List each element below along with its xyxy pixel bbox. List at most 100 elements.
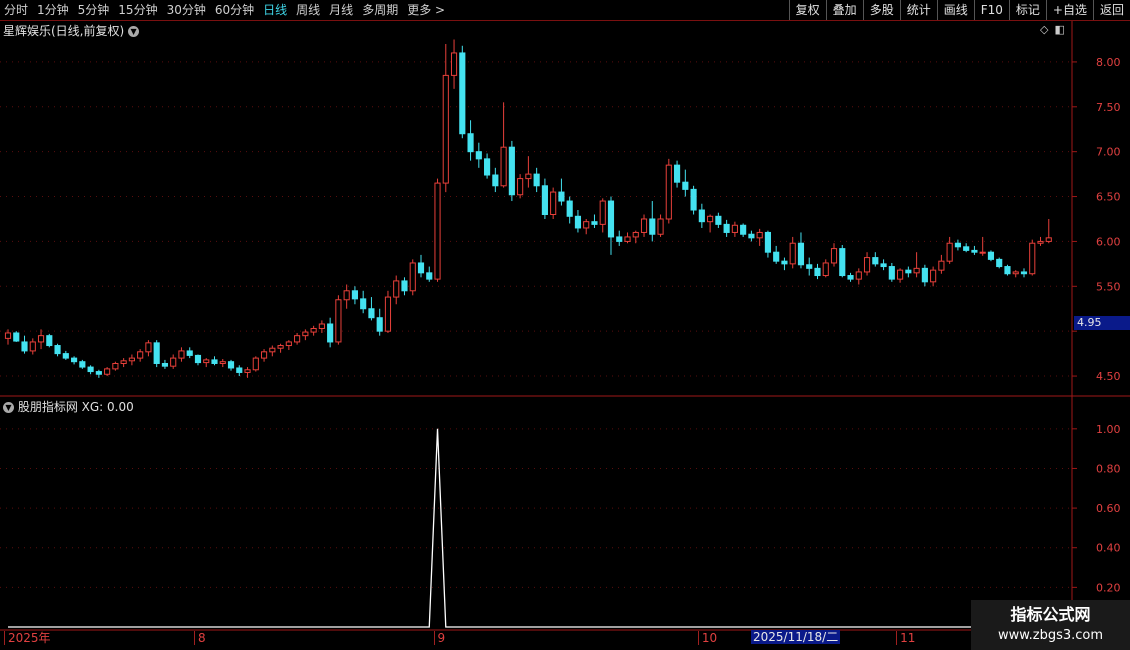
- period-tab-4[interactable]: 30分钟: [167, 2, 206, 18]
- site-watermark: 指标公式网 www.zbgs3.com: [971, 600, 1130, 650]
- tool-button-6[interactable]: 标记: [1008, 0, 1046, 20]
- stock-title: 星辉娱乐(日线,前复权): [3, 24, 125, 38]
- tool-button-8[interactable]: 返回: [1092, 0, 1130, 20]
- candle-body-down: [748, 233, 755, 239]
- candle-body-down: [161, 362, 169, 367]
- candle-body-up: [830, 248, 838, 264]
- tool-button-3[interactable]: 统计: [899, 0, 937, 20]
- period-tab-7[interactable]: 周线: [296, 2, 320, 18]
- candle-body-down: [566, 200, 573, 217]
- candle-body-up: [1045, 237, 1052, 242]
- candle-body-down: [54, 345, 61, 355]
- candle-body-up: [285, 341, 292, 347]
- price-tick-label: 7.00: [1096, 146, 1121, 159]
- date-axis-label: 2025年: [4, 631, 51, 645]
- candle-body-down: [417, 262, 425, 274]
- candle-body-down: [607, 200, 615, 238]
- candle-body-down: [475, 151, 482, 160]
- period-tab-10[interactable]: 更多 >: [407, 2, 445, 18]
- xg-signal-line: [8, 428, 1049, 628]
- tool-button-0[interactable]: 复权: [788, 0, 826, 20]
- candle-body-down: [673, 164, 681, 183]
- candle-body-up: [822, 262, 829, 277]
- candle-body-up: [244, 369, 251, 373]
- candle-body-down: [847, 275, 854, 280]
- candle-body-down: [558, 191, 565, 202]
- candle-body-down: [880, 263, 887, 268]
- candle-body-down: [376, 317, 383, 332]
- indicator-tick-label: 0.80: [1096, 462, 1121, 475]
- chevron-down-icon[interactable]: ▼: [3, 402, 14, 413]
- period-tab-9[interactable]: 多周期: [362, 2, 398, 18]
- date-axis-label: 11: [896, 631, 915, 645]
- candle-body-down: [954, 242, 961, 248]
- candle-body-up: [1012, 271, 1019, 275]
- candle-body-down: [781, 260, 788, 265]
- candle-body-up: [294, 335, 301, 343]
- candle-body-up: [310, 327, 317, 333]
- candle-body-down: [996, 258, 1003, 268]
- candle-body-up: [112, 362, 119, 370]
- candle-body-down: [194, 354, 202, 364]
- price-tick-label: 4.50: [1096, 370, 1121, 383]
- candle-body-down: [62, 353, 69, 359]
- candle-body-down: [351, 290, 358, 300]
- period-tab-5[interactable]: 60分钟: [215, 2, 254, 18]
- tool-button-1[interactable]: 叠加: [825, 0, 863, 20]
- tool-button-2[interactable]: 多股: [862, 0, 900, 20]
- candle-body-up: [913, 267, 920, 274]
- date-axis: 2025年89101112: [0, 631, 1072, 646]
- candle-body-down: [79, 361, 86, 368]
- candle-body-up: [442, 74, 449, 184]
- candle-body-up: [938, 260, 945, 271]
- candle-body-up: [979, 251, 986, 254]
- panel-window-icons: ◇ ◧: [1040, 23, 1065, 36]
- date-axis-label: 10: [697, 631, 717, 645]
- candle-body-up: [500, 146, 507, 187]
- candle-body-up: [599, 200, 606, 225]
- candle-body-down: [814, 267, 821, 277]
- indicator-title-bar[interactable]: ▼ 股朋指标网 XG: 0.00: [3, 398, 134, 415]
- candle-body-down: [95, 371, 102, 375]
- period-tab-6[interactable]: 日线: [263, 2, 287, 18]
- candle-body-down: [426, 272, 433, 280]
- candle-body-up: [583, 221, 590, 229]
- period-tab-8[interactable]: 月线: [329, 2, 353, 18]
- candle-body-up: [707, 215, 714, 223]
- chevron-down-icon[interactable]: ▼: [128, 26, 140, 37]
- candle-body-up: [318, 323, 325, 329]
- current-price-tag: 4.95: [1074, 316, 1130, 330]
- candle-body-down: [227, 361, 235, 369]
- period-tab-0[interactable]: 分时: [4, 2, 28, 18]
- tool-button-4[interactable]: 画线: [936, 0, 974, 20]
- watermark-title: 指标公式网: [1010, 605, 1091, 624]
- candle-body-up: [863, 257, 871, 273]
- price-tick-label: 5.50: [1096, 280, 1121, 293]
- indicator-title: 股朋指标网 XG: 0.00: [17, 400, 134, 414]
- period-tab-3[interactable]: 15分钟: [118, 2, 157, 18]
- tool-button-5[interactable]: F10: [973, 0, 1009, 20]
- chart-title-bar[interactable]: 星辉娱乐(日线,前复权) ▼: [3, 22, 140, 39]
- candle-body-down: [153, 342, 160, 364]
- candle-body-up: [855, 271, 862, 280]
- candle-body-up: [203, 359, 210, 364]
- period-tab-2[interactable]: 5分钟: [78, 2, 110, 18]
- candle-body-up: [450, 52, 458, 76]
- panel-toggle-icon[interactable]: ◧: [1054, 23, 1064, 36]
- period-tab-1[interactable]: 1分钟: [37, 2, 69, 18]
- diamond-icon[interactable]: ◇: [1040, 23, 1048, 36]
- candle-body-up: [756, 231, 763, 239]
- candle-body-up: [731, 224, 738, 233]
- candle-body-down: [905, 269, 912, 274]
- price-tick-label: 6.50: [1096, 191, 1121, 204]
- candle-body-up: [269, 347, 276, 353]
- tool-button-7[interactable]: +自选: [1045, 0, 1093, 20]
- candle-body-up: [145, 342, 152, 353]
- chart-canvas[interactable]: 4.50 5.50 6.00 6.50 7.00 7.50 8.00 0.20 0.40 0.60…: [0, 21, 1130, 631]
- candle-body-down: [467, 133, 474, 153]
- cursor-date-label: 2025/11/18/二: [751, 630, 841, 644]
- candle-body-down: [797, 242, 805, 266]
- candle-body-up: [525, 173, 532, 180]
- candle-body-down: [46, 335, 53, 347]
- candle-body-up: [128, 357, 135, 362]
